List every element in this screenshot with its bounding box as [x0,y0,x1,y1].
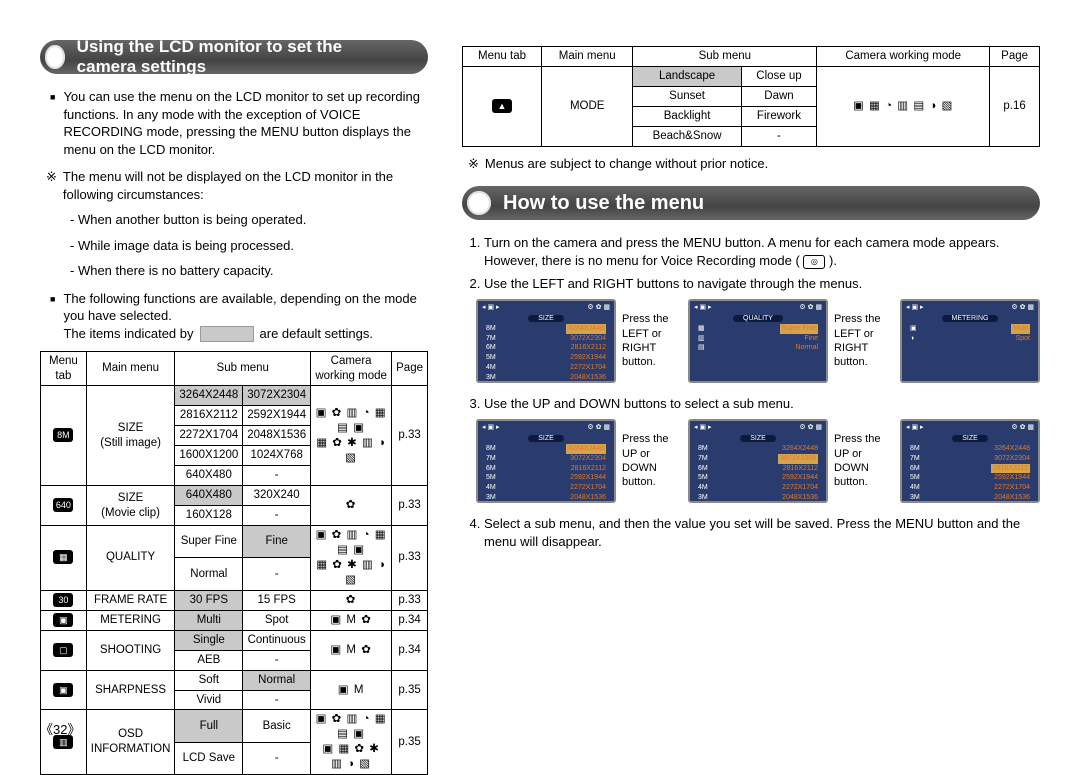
step-3: Use the UP and DOWN buttons to select a … [484,395,1040,413]
note-item-3: - When there is no battery capacity. [70,262,428,280]
defaults-pre: The items indicated by [63,325,193,343]
tab-icon-mode: ▲ [492,99,512,113]
tab-icon-640: 640 [53,498,73,512]
heading-dot-icon [45,45,65,69]
tab-icon-quality: ▦ [53,550,73,564]
right-note: Menus are subject to change without prio… [468,155,1040,173]
note-item-1: - When another button is being operated. [70,211,428,229]
steps-list-cont: Use the UP and DOWN buttons to select a … [462,395,1040,413]
heading-lcd-settings: Using the LCD monitor to set the camera … [40,40,428,74]
defaults-post: are default settings. [260,325,373,343]
note-paragraph: The menu will not be displayed on the LC… [46,168,428,203]
step-4: Select a sub menu, and then the value yo… [484,515,1040,551]
screens-row-updown: ◂ ▣ ▸ ⚙ ✿ ▦ SIZE 8M3264X24487M3072X23046… [476,419,1040,503]
default-color-chip [200,326,254,342]
left-column: Using the LCD monitor to set the camera … [40,40,428,736]
intro-paragraph: You can use the menu on the LCD monitor … [50,88,428,158]
functions-intro: The following functions are available, d… [50,290,428,343]
tab-icon-8m: 8M [53,428,73,442]
tab-icon-shooting: ▢ [53,643,73,657]
voice-recording-icon: ◎ [803,255,825,269]
tab-icon-sharpness: ▣ [53,683,73,697]
left-menu-table: Menu tab Main menu Sub menu Camera worki… [40,351,428,775]
heading-dot-icon [467,191,491,215]
right-column: Menu tab Main menu Sub menu Camera worki… [462,40,1040,736]
right-menu-table: Menu tab Main menu Sub menu Camera worki… [462,46,1040,147]
steps-list-end: Select a sub menu, and then the value yo… [462,515,1040,551]
note-item-2: - While image data is being processed. [70,237,428,255]
tab-icon-metering: ▣ [53,613,73,627]
screens-row-leftright: ◂ ▣ ▸ ⚙ ✿ ▦ SIZE 8M3264X24487M3072X23046… [476,299,1040,383]
tab-icon-framerate: 30 [53,593,73,607]
steps-list: Turn on the camera and press the MENU bu… [462,234,1040,293]
step-1: Turn on the camera and press the MENU bu… [484,234,1040,270]
step-2: Use the LEFT and RIGHT buttons to naviga… [484,275,1040,293]
page-number: 《32》 [40,719,80,738]
heading-how-to-use: How to use the menu [462,186,1040,220]
